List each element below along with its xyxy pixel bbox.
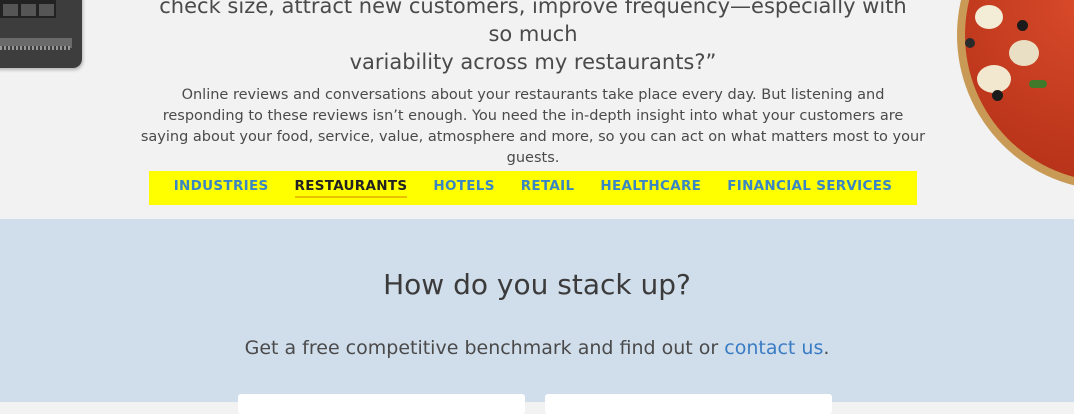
tab-retail[interactable]: RETAIL [521, 178, 575, 198]
contact-us-link[interactable]: contact us [724, 337, 823, 359]
benchmark-subtitle-period: . [823, 337, 830, 359]
benchmark-form-field-2[interactable] [545, 394, 832, 414]
tab-healthcare[interactable]: HEALTHCARE [600, 178, 701, 198]
customer-quote: check size, attract new customers, impro… [150, 0, 916, 76]
benchmark-title: How do you stack up? [383, 268, 691, 301]
benchmark-section: How do you stack up? Get a free competit… [0, 219, 1074, 414]
industry-tabs: INDUSTRIES RESTAURANTS HOTELS RETAIL HEALTHC… [149, 171, 917, 205]
tab-financial-services[interactable]: FINANCIAL SERVICES [727, 178, 892, 198]
tab-hotels[interactable]: HOTELS [433, 178, 494, 198]
pizza-image [957, 0, 1074, 190]
tab-restaurants[interactable]: RESTAURANTS [294, 178, 408, 198]
intro-paragraph: Online reviews and conversations about y… [140, 87, 926, 166]
quote-line-2: variability across my restaurants?” [349, 50, 717, 74]
tab-industries[interactable]: INDUSTRIES [174, 178, 269, 198]
quote-line-1: check size, attract new customers, impro… [159, 0, 907, 46]
benchmark-form-field-1[interactable] [238, 394, 525, 414]
benchmark-subtitle-text: Get a free competitive benchmark and fin… [244, 337, 725, 359]
benchmark-subtitle: Get a free competitive benchmark and fin… [0, 337, 1074, 359]
terminal-device-image [0, 0, 82, 68]
restaurants-section: check size, attract new customers, impro… [0, 0, 1074, 219]
